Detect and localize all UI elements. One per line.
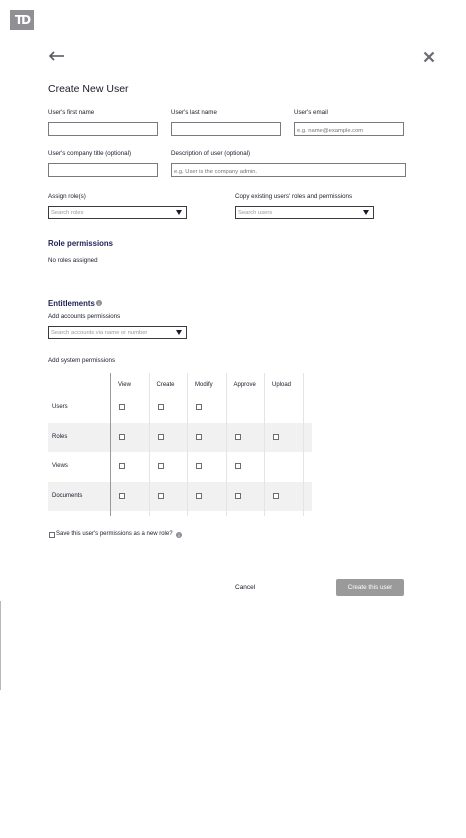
info-icon[interactable]: i: [96, 300, 102, 306]
column-divider: [148, 373, 150, 516]
description-label: Description of user (optional): [171, 150, 251, 157]
column-header: Create: [156, 382, 175, 388]
permission-checkbox[interactable]: [119, 463, 125, 469]
role-permissions-heading: Role permissions: [48, 239, 113, 248]
company-title-input[interactable]: [48, 163, 158, 177]
permissions-grid: View Create Modify Approve Upload Users Roles V…: [48, 373, 312, 516]
permission-checkbox[interactable]: [196, 463, 202, 469]
dropdown-caret-icon: [176, 210, 182, 215]
copy-users-label: Copy existing users' roles and permissio…: [235, 193, 353, 200]
permission-checkbox[interactable]: [196, 404, 202, 410]
users-search-select[interactable]: Search users: [235, 206, 374, 219]
last-name-label: User's last name: [171, 109, 217, 116]
permission-checkbox[interactable]: [119, 404, 125, 410]
dropdown-caret-icon: [363, 210, 369, 215]
create-user-button[interactable]: Create this user: [336, 579, 404, 596]
permission-checkbox[interactable]: [273, 433, 279, 440]
save-role-checkbox[interactable]: [49, 532, 55, 538]
permission-checkbox[interactable]: [234, 433, 241, 440]
permission-checkbox[interactable]: [157, 463, 164, 469]
column-header: View: [118, 382, 131, 388]
accounts-search-select[interactable]: Search accounts via name or number: [48, 326, 187, 339]
window-edge-divider: [0, 601, 1, 690]
system-permissions-label: Add system permissions: [48, 357, 116, 364]
permission-checkbox[interactable]: [196, 433, 202, 440]
column-divider: [187, 373, 188, 516]
column-header: Modify: [195, 382, 213, 388]
first-name-label: User's first name: [48, 109, 95, 116]
arrow-left-icon[interactable]: [47, 50, 65, 62]
no-roles-text: No roles assigned: [48, 257, 98, 264]
first-name-input[interactable]: [48, 122, 158, 136]
td-logo: TD: [10, 10, 34, 30]
column-header: Upload: [272, 382, 292, 388]
info-icon[interactable]: i: [176, 532, 182, 538]
permission-checkbox[interactable]: [157, 492, 164, 499]
cancel-button[interactable]: Cancel: [235, 584, 255, 591]
close-icon[interactable]: [423, 51, 435, 63]
column-divider: [225, 373, 227, 516]
description-input[interactable]: [171, 163, 406, 177]
save-role-label: Save this user's permissions as a new ro…: [56, 531, 173, 537]
roles-search-select[interactable]: Search roles: [48, 206, 187, 219]
row-label: Users: [52, 404, 68, 410]
permission-checkbox[interactable]: [157, 404, 164, 410]
column-header: Approve: [233, 382, 256, 388]
permission-checkbox[interactable]: [273, 492, 279, 499]
column-divider: [302, 373, 304, 516]
email-input[interactable]: [294, 122, 404, 136]
row-label: Views: [52, 463, 68, 469]
roles-search-placeholder: Search roles: [51, 210, 84, 216]
accounts-search-placeholder: Search accounts via name or number: [51, 330, 148, 336]
last-name-input[interactable]: [171, 122, 281, 136]
entitlements-heading: Entitlements: [48, 299, 95, 308]
permission-checkbox[interactable]: [234, 492, 241, 499]
column-divider: [110, 373, 111, 516]
permission-checkbox[interactable]: [157, 433, 164, 440]
permission-checkbox[interactable]: [119, 433, 125, 440]
page-title: Create New User: [48, 83, 129, 95]
permission-checkbox[interactable]: [196, 492, 202, 499]
accounts-permissions-label: Add accounts permissions: [48, 313, 121, 320]
email-label: User's email: [294, 109, 328, 116]
permission-checkbox[interactable]: [119, 492, 125, 499]
permission-checkbox[interactable]: [234, 463, 241, 469]
users-search-placeholder: Search users: [238, 210, 273, 216]
row-label: Documents: [52, 492, 83, 499]
column-divider: [264, 373, 265, 516]
company-title-label: User's company title (optional): [48, 150, 132, 157]
assign-roles-label: Assign role(s): [48, 193, 86, 200]
dropdown-caret-icon: [176, 330, 182, 335]
row-label: Roles: [52, 433, 68, 440]
